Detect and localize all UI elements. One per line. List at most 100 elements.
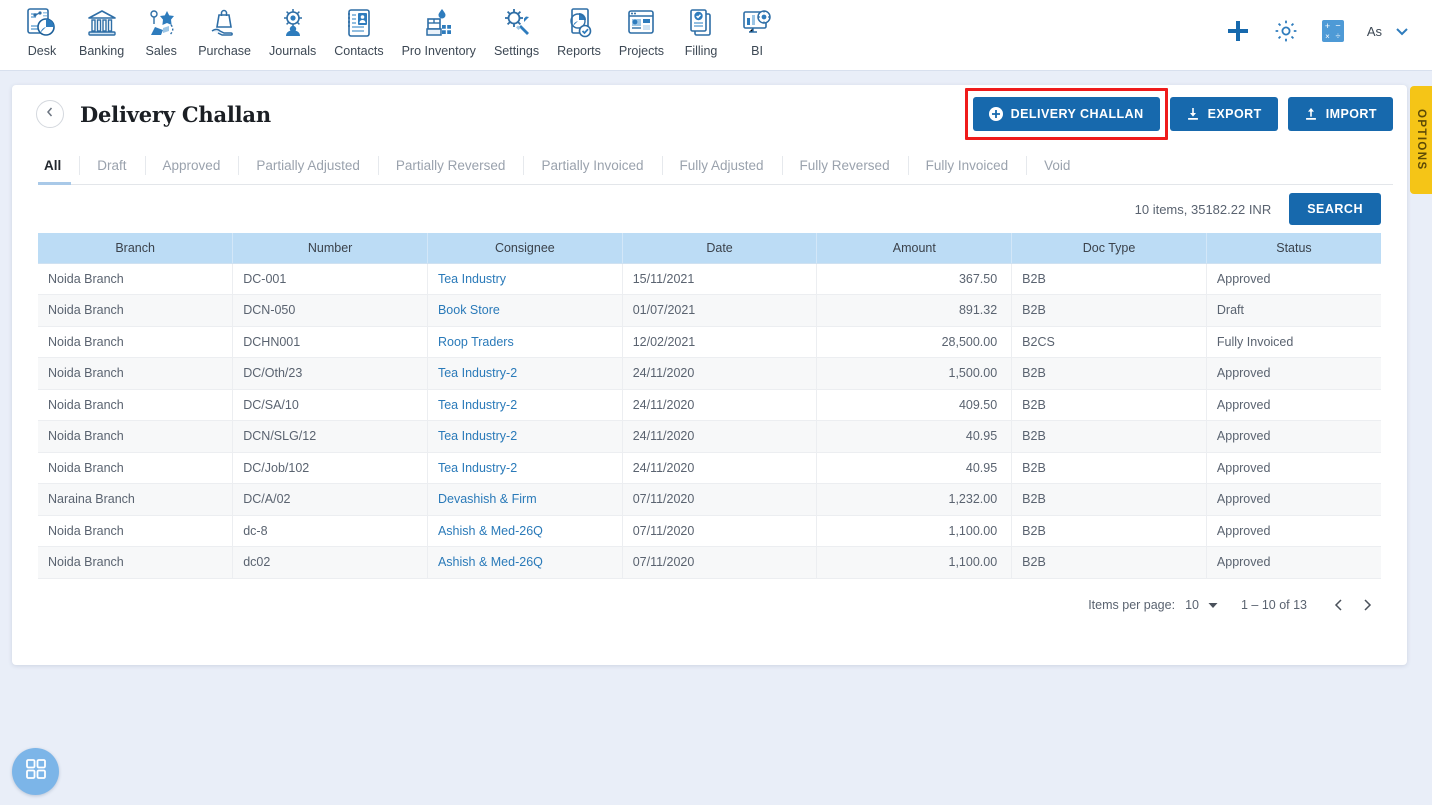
create-delivery-challan-button[interactable]: DELIVERY CHALLAN: [972, 97, 1160, 131]
items-per-page-value[interactable]: 10: [1185, 598, 1199, 612]
consignee-link[interactable]: Devashish & Firm: [438, 492, 537, 506]
nav-item-journals[interactable]: Journals: [260, 5, 325, 58]
export-button[interactable]: EXPORT: [1169, 97, 1278, 131]
nav-item-bi[interactable]: BI: [729, 5, 785, 58]
cell-consignee[interactable]: Tea Industry-2: [427, 452, 623, 484]
import-button-label: IMPORT: [1325, 107, 1377, 121]
delivery-challan-table-wrapper: Branch Number Consignee Date Amount Doc …: [12, 233, 1407, 579]
cell-doc-type: B2B: [1011, 357, 1207, 390]
consignee-link[interactable]: Tea Industry-2: [438, 429, 517, 443]
consignee-link[interactable]: Book Store: [438, 303, 500, 317]
consignee-link[interactable]: Ashish & Med-26Q: [438, 524, 543, 538]
calculator-icon[interactable]: + − × ÷: [1321, 19, 1345, 43]
nav-item-contacts[interactable]: Contacts: [325, 5, 392, 58]
tab-draft[interactable]: Draft: [79, 147, 144, 184]
table-row[interactable]: Noida Branch dc-8 Ashish & Med-26Q 07/11…: [38, 515, 1381, 547]
chevron-down-icon[interactable]: [1394, 23, 1410, 39]
plus-circle-icon: [988, 107, 1003, 121]
sales-icon: [143, 5, 179, 41]
tab-partially-invoiced[interactable]: Partially Invoiced: [523, 147, 661, 184]
tab-label: Fully Reversed: [799, 158, 890, 173]
column-header-branch[interactable]: Branch: [38, 233, 234, 264]
table-row[interactable]: Noida Branch DCHN001 Roop Traders 12/02/…: [38, 326, 1381, 358]
table-row[interactable]: Noida Branch DC/Job/102 Tea Industry-2 2…: [38, 452, 1381, 484]
search-button[interactable]: SEARCH: [1289, 193, 1381, 225]
nav-item-banking[interactable]: Banking: [70, 5, 133, 58]
nav-item-list: Desk Banking Sales Purchase Journals Con…: [0, 0, 785, 58]
table-row[interactable]: Noida Branch DCN-050 Book Store 01/07/20…: [38, 294, 1381, 327]
column-header-status[interactable]: Status: [1206, 233, 1381, 264]
cell-consignee[interactable]: Roop Traders: [427, 326, 623, 358]
consignee-link[interactable]: Roop Traders: [438, 335, 514, 349]
tab-approved[interactable]: Approved: [144, 147, 239, 184]
column-header-date[interactable]: Date: [622, 233, 818, 264]
table-row[interactable]: Noida Branch DCN/SLG/12 Tea Industry-2 2…: [38, 420, 1381, 453]
user-menu[interactable]: As: [1367, 23, 1410, 39]
cell-doc-type: B2B: [1011, 389, 1207, 421]
nav-item-projects[interactable]: Projects: [610, 5, 673, 58]
cell-doc-type: B2B: [1011, 546, 1207, 579]
nav-item-reports[interactable]: Reports: [548, 5, 610, 58]
cell-consignee[interactable]: Book Store: [427, 294, 623, 327]
import-button[interactable]: IMPORT: [1287, 97, 1393, 131]
next-page-button[interactable]: [1353, 591, 1381, 619]
tab-void[interactable]: Void: [1026, 147, 1088, 184]
cell-consignee[interactable]: Ashish & Med-26Q: [427, 546, 623, 579]
table-row[interactable]: Noida Branch DC-001 Tea Industry 15/11/2…: [38, 263, 1381, 295]
column-header-consignee[interactable]: Consignee: [427, 233, 623, 264]
tab-fully-adjusted[interactable]: Fully Adjusted: [661, 147, 782, 184]
tab-fully-invoiced[interactable]: Fully Invoiced: [907, 147, 1027, 184]
nav-item-settings[interactable]: Settings: [485, 5, 548, 58]
cell-amount: 409.50: [816, 389, 1013, 421]
nav-item-purchase[interactable]: Purchase: [189, 5, 260, 58]
tab-partially-reversed[interactable]: Partially Reversed: [377, 147, 524, 184]
cell-branch: Noida Branch: [38, 546, 234, 579]
back-button[interactable]: [36, 100, 64, 128]
tab-partially-adjusted[interactable]: Partially Adjusted: [238, 147, 378, 184]
column-header-doc-type[interactable]: Doc Type: [1011, 233, 1207, 264]
nav-item-filling[interactable]: Filling: [673, 5, 729, 58]
gear-icon[interactable]: [1273, 18, 1299, 44]
cell-date: 07/11/2020: [622, 515, 818, 547]
table-row[interactable]: Noida Branch DC/SA/10 Tea Industry-2 24/…: [38, 389, 1381, 421]
table-row[interactable]: Naraina Branch DC/A/02 Devashish & Firm …: [38, 483, 1381, 516]
table-row[interactable]: Noida Branch DC/Oth/23 Tea Industry-2 24…: [38, 357, 1381, 390]
page-range-label: 1 – 10 of 13: [1240, 597, 1307, 612]
tab-fully-reversed[interactable]: Fully Reversed: [781, 147, 908, 184]
cell-consignee[interactable]: Tea Industry-2: [427, 420, 623, 453]
nav-item-desk[interactable]: Desk: [14, 5, 70, 58]
cell-status: Approved: [1206, 515, 1381, 547]
tab-label: Partially Reversed: [395, 158, 506, 173]
cell-status: Approved: [1206, 263, 1381, 295]
column-header-number[interactable]: Number: [232, 233, 428, 264]
consignee-link[interactable]: Tea Industry-2: [438, 398, 517, 412]
tab-label: All: [44, 158, 62, 173]
items-per-page-caret-icon[interactable]: [1207, 599, 1219, 611]
consignee-link[interactable]: Ashish & Med-26Q: [438, 555, 543, 569]
cell-consignee[interactable]: Ashish & Med-26Q: [427, 515, 623, 547]
options-side-tab[interactable]: OPTIONS: [1410, 86, 1432, 194]
column-header-amount[interactable]: Amount: [816, 233, 1013, 264]
cell-consignee[interactable]: Tea Industry-2: [427, 389, 623, 421]
nav-item-pro-inventory[interactable]: Pro Inventory: [393, 5, 485, 58]
cell-consignee[interactable]: Tea Industry-2: [427, 357, 623, 390]
create-button-highlight: DELIVERY CHALLAN: [964, 88, 1168, 140]
cell-status: Approved: [1206, 452, 1381, 484]
create-button-label: DELIVERY CHALLAN: [1010, 107, 1144, 121]
cell-doc-type: B2B: [1011, 294, 1207, 327]
cell-consignee[interactable]: Tea Industry: [427, 263, 623, 295]
table-row[interactable]: Noida Branch dc02 Ashish & Med-26Q 07/11…: [38, 546, 1381, 579]
apps-fab-button[interactable]: [12, 748, 59, 795]
tab-label: Partially Invoiced: [541, 158, 644, 173]
previous-page-button[interactable]: [1325, 591, 1353, 619]
consignee-link[interactable]: Tea Industry: [438, 272, 506, 286]
nav-item-sales[interactable]: Sales: [133, 5, 189, 58]
cell-consignee[interactable]: Devashish & Firm: [427, 483, 623, 516]
svg-text:÷: ÷: [1335, 31, 1340, 41]
svg-text:−: −: [1335, 21, 1340, 31]
cell-number: DCN-050: [232, 294, 428, 327]
consignee-link[interactable]: Tea Industry-2: [438, 366, 517, 380]
plus-icon[interactable]: [1225, 18, 1251, 44]
consignee-link[interactable]: Tea Industry-2: [438, 461, 517, 475]
tab-all[interactable]: All: [38, 147, 79, 185]
